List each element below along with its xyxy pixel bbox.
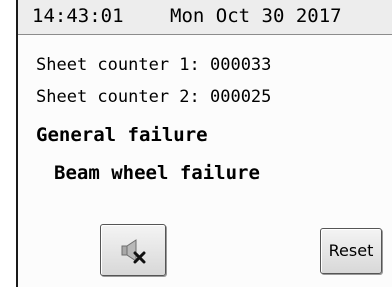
- status-time: 14:43:01: [32, 5, 124, 27]
- speaker-muted-icon: [121, 239, 146, 264]
- mute-alarm-button[interactable]: [100, 224, 166, 276]
- status-bar: 14:43:01 Mon Oct 30 2017: [18, 0, 392, 35]
- sheet-counter-1: Sheet counter 1: 000033: [36, 55, 272, 75]
- alarm-beam-wheel-failure: Beam wheel failure: [54, 162, 260, 184]
- alarm-general-failure: General failure: [36, 124, 208, 146]
- hmi-screen: 14:43:01 Mon Oct 30 2017 Sheet counter 1…: [16, 0, 392, 287]
- reset-button[interactable]: Reset: [320, 228, 382, 274]
- sheet-counter-2: Sheet counter 2: 000025: [36, 87, 272, 107]
- status-date: Mon Oct 30 2017: [170, 5, 342, 27]
